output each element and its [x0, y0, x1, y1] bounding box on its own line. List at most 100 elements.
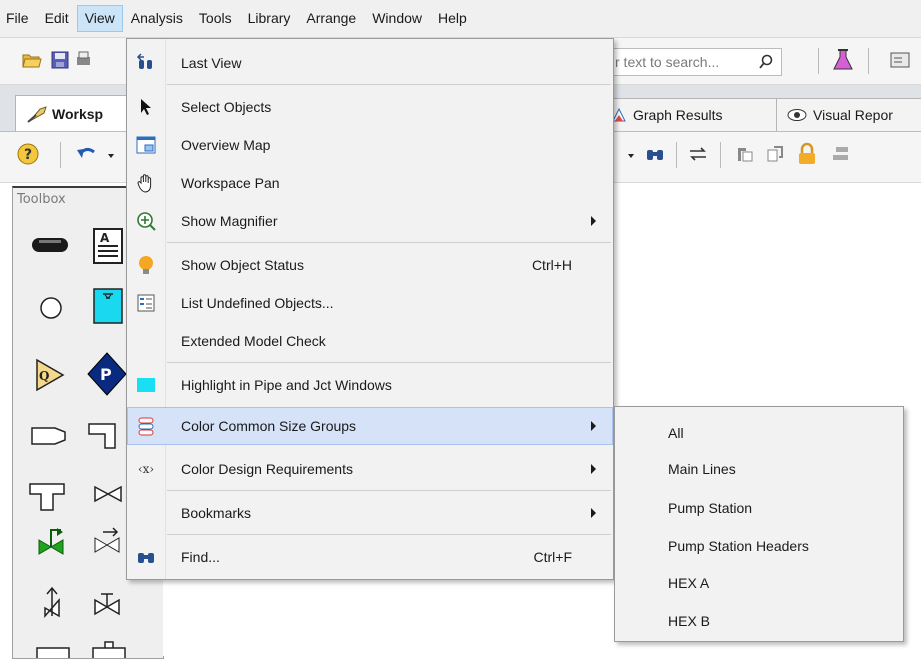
find-shortcut: Ctrl+F — [533, 549, 573, 565]
workspace-icon — [27, 105, 47, 123]
lock-icon[interactable] — [796, 142, 818, 166]
submenu-arrow-icon — [591, 216, 596, 226]
menu-item-highlight[interactable]: Highlight in Pipe and Jct Windows — [128, 367, 612, 403]
magnifier-plus-icon — [137, 212, 156, 231]
submenu-arrow-icon — [591, 421, 596, 431]
menu-tools[interactable]: Tools — [191, 5, 240, 32]
cursor-arrow-icon — [141, 99, 151, 115]
menu-item-bookmarks[interactable]: Bookmarks — [128, 495, 612, 531]
flow-source-icon[interactable]: Q — [35, 358, 65, 392]
junction-icon[interactable] — [39, 296, 63, 320]
bookmarks-label: Bookmarks — [181, 505, 252, 521]
menu-library[interactable]: Library — [240, 5, 299, 32]
variable-x-icon: ‹x› — [137, 462, 155, 476]
lightbulb-icon — [139, 256, 153, 274]
menu-analysis[interactable]: Analysis — [123, 5, 191, 32]
menu-item-overview-map[interactable]: Overview Map — [128, 127, 612, 163]
list-undefined-label: List Undefined Objects... — [181, 295, 334, 311]
spray-valve-icon[interactable] — [93, 590, 121, 618]
search-placeholder: r text to search... — [615, 54, 720, 70]
check-valve-icon[interactable] — [93, 524, 123, 556]
tee-icon[interactable] — [27, 478, 67, 512]
submenu-arrow-icon — [591, 464, 596, 474]
reservoir-icon[interactable] — [93, 288, 123, 324]
submenu-arrow-icon — [591, 508, 596, 518]
menu-file[interactable]: File — [0, 5, 37, 32]
extended-model-check-label: Extended Model Check — [181, 333, 326, 349]
menu-edit[interactable]: Edit — [37, 5, 77, 32]
show-object-status-label: Show Object Status — [181, 257, 304, 273]
report-icon[interactable] — [890, 50, 910, 70]
tab-workspace-label: Worksp — [52, 105, 104, 122]
reducer-icon[interactable] — [29, 424, 69, 448]
flask-icon[interactable] — [832, 48, 854, 72]
pipe-icon[interactable] — [31, 235, 69, 255]
size-group-item[interactable]: Main Lines — [668, 459, 736, 479]
menu-item-find[interactable]: Find... Ctrl+F — [128, 539, 612, 575]
hand-icon — [137, 174, 152, 193]
list-icon — [137, 294, 155, 312]
size-group-item[interactable]: Pump Station Headers — [668, 536, 809, 556]
color-design-label: Color Design Requirements — [181, 461, 353, 477]
highlight-swatch-icon — [136, 375, 156, 395]
color-common-label: Color Common Size Groups — [181, 418, 357, 434]
overview-map-label: Overview Map — [181, 137, 271, 153]
search-box[interactable]: r text to search... — [610, 48, 782, 76]
bend-icon[interactable] — [85, 418, 125, 452]
annotation-icon[interactable]: A — [93, 228, 123, 264]
size-group-item[interactable]: HEX B — [668, 611, 710, 631]
help-icon[interactable]: ? — [16, 142, 40, 166]
menu-item-select-objects[interactable]: Select Objects — [128, 89, 612, 125]
undo-icon[interactable] — [76, 144, 96, 164]
menu-window[interactable]: Window — [364, 5, 430, 32]
menu-arrange[interactable]: Arrange — [298, 5, 364, 32]
valve-icon[interactable] — [93, 484, 123, 504]
tab-graph-results[interactable]: Graph Results — [600, 98, 780, 131]
menu-item-color-common-size-groups[interactable]: Color Common Size Groups — [127, 407, 613, 445]
size-group-item[interactable]: Pump Station — [668, 498, 752, 518]
binoculars-arrow-icon — [136, 53, 152, 69]
binoculars-icon[interactable] — [645, 144, 665, 164]
find-label: Find... — [181, 549, 220, 565]
tab-visual-report[interactable]: Visual Repor — [776, 98, 921, 131]
pump-icon[interactable]: P — [87, 352, 127, 396]
menu-item-workspace-pan[interactable]: Workspace Pan — [128, 165, 612, 201]
size-groups-submenu: All Main Lines Pump Station Pump Station… — [614, 406, 904, 642]
menu-help[interactable]: Help — [430, 5, 475, 32]
highlight-label: Highlight in Pipe and Jct Windows — [181, 377, 392, 393]
print-icon[interactable] — [76, 50, 90, 70]
view-menu: Last View Select Objects Overview Map Wo… — [126, 38, 614, 580]
workspace-pan-label: Workspace Pan — [181, 175, 280, 191]
tab-visual-report-label: Visual Repor — [813, 107, 893, 123]
menu-item-show-magnifier[interactable]: Show Magnifier — [128, 203, 612, 239]
bring-front-icon[interactable] — [735, 144, 755, 164]
toolbox-title: Toolbox — [17, 192, 66, 207]
menu-item-color-design-requirements[interactable]: ‹x› Color Design Requirements — [128, 451, 612, 487]
relief-valve-icon[interactable] — [39, 586, 65, 620]
menu-view[interactable]: View — [76, 5, 123, 32]
show-magnifier-label: Show Magnifier — [181, 213, 278, 229]
svg-text:A: A — [100, 231, 110, 245]
select-objects-label: Select Objects — [181, 99, 272, 115]
swap-icon[interactable] — [688, 144, 708, 164]
color-groups-icon — [138, 417, 154, 436]
eye-icon — [787, 109, 807, 121]
binoculars-icon — [138, 553, 154, 563]
align-icon[interactable] — [830, 144, 850, 164]
menu-item-last-view[interactable]: Last View — [128, 45, 612, 81]
size-group-item[interactable]: HEX A — [668, 573, 709, 593]
menu-item-extended-model-check[interactable]: Extended Model Check — [128, 323, 612, 359]
open-folder-icon[interactable] — [22, 50, 42, 70]
send-back-icon[interactable] — [765, 144, 785, 164]
menu-item-list-undefined[interactable]: List Undefined Objects... — [128, 285, 612, 321]
save-icon[interactable] — [50, 50, 70, 70]
menu-item-show-object-status[interactable]: Show Object Status Ctrl+H — [128, 247, 612, 283]
control-valve-icon[interactable] — [37, 526, 67, 558]
size-group-item[interactable]: All — [668, 423, 684, 443]
show-object-status-shortcut: Ctrl+H — [531, 257, 572, 273]
menu-bar: File Edit View Analysis Tools Library Ar… — [0, 0, 921, 38]
svg-text:?: ? — [24, 147, 32, 163]
svg-text:P: P — [100, 365, 112, 384]
search-icon[interactable] — [759, 54, 773, 70]
tank-icon[interactable] — [91, 640, 127, 658]
